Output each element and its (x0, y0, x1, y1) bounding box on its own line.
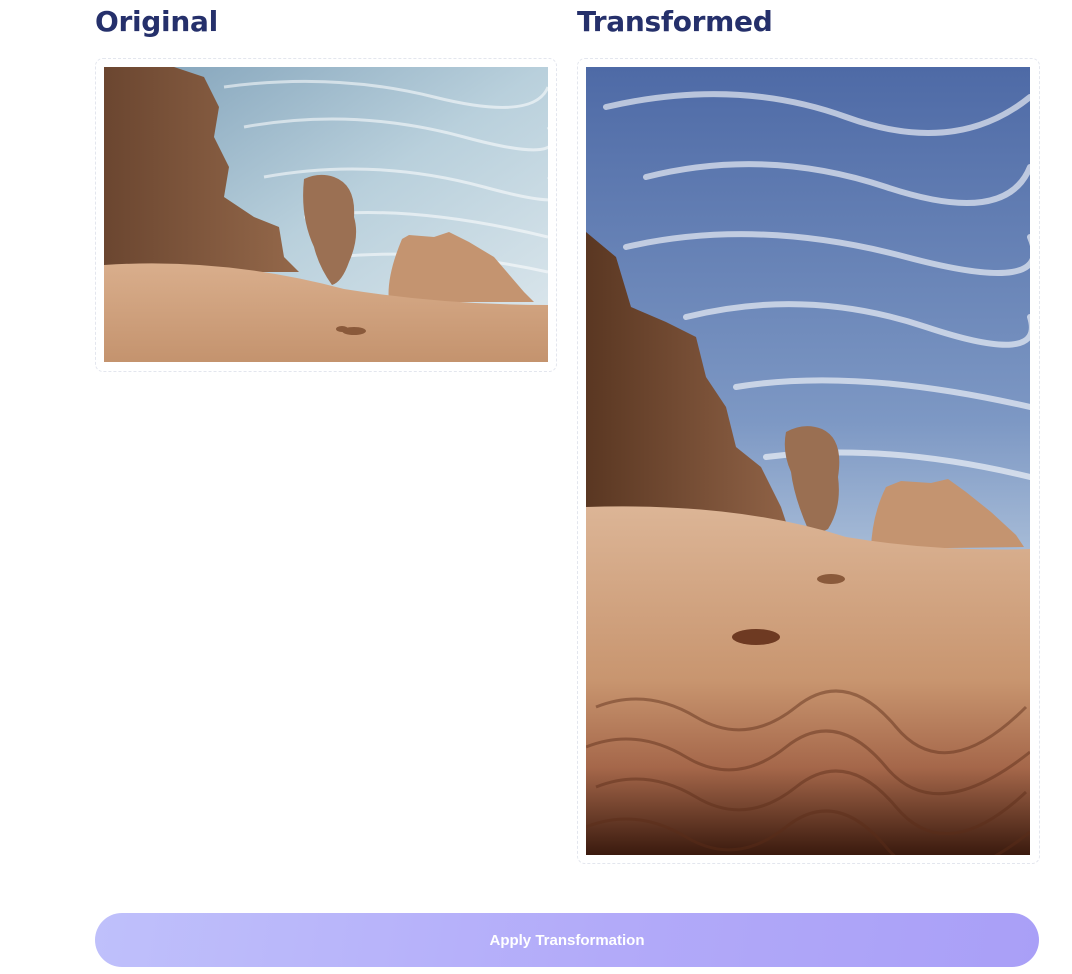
original-image (104, 67, 548, 362)
transformed-heading: Transformed (577, 5, 773, 38)
transformed-image (586, 67, 1030, 855)
image-transform-page: Original Transformed Apply Transformatio… (0, 0, 1072, 974)
apply-transformation-button[interactable]: Apply Transformation (95, 913, 1039, 967)
original-heading: Original (95, 5, 218, 38)
